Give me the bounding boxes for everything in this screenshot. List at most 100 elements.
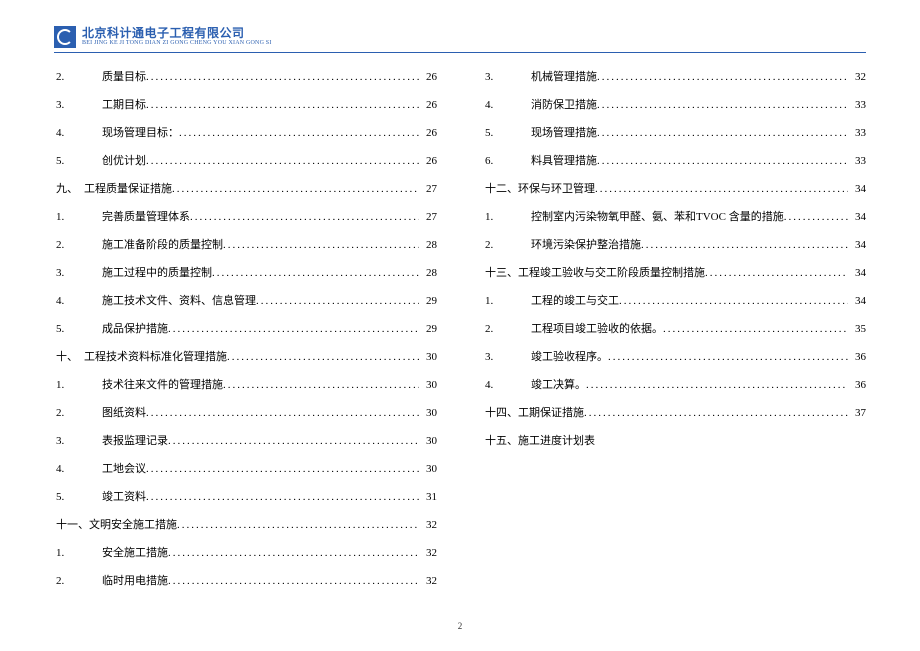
toc-leader [146, 463, 419, 475]
toc-entry-number: 5. [54, 155, 84, 167]
toc-leader [212, 267, 419, 279]
toc-entry-number: 十二、 [483, 180, 518, 196]
toc-entry-page: 34 [848, 295, 866, 307]
toc-entry-page: 28 [419, 267, 437, 279]
toc-entry: 十四、工期保证措施37 [483, 404, 866, 420]
toc-leader [146, 71, 419, 83]
toc-leader [179, 127, 419, 139]
toc-entry-page: 35 [848, 323, 866, 335]
toc-entry-number: 2. [54, 575, 84, 587]
toc-entry: 1.控制室内污染物氧甲醛、氨、苯和TVOC 含量的措施34 [483, 208, 866, 224]
toc-entry-page: 32 [419, 575, 437, 587]
document-header: 北京科计通电子工程有限公司 BEI JING KE JI TONG DIAN Z… [54, 26, 272, 48]
toc-entry-number: 1. [54, 211, 84, 223]
toc-entry-title: 施工进度计划表 [518, 432, 595, 448]
toc-entry: 3.机械管理措施32 [483, 68, 866, 84]
toc-entry-number: 2. [54, 71, 84, 83]
toc-entry: 2.质量目标26 [54, 68, 437, 84]
toc-entry-number: 十四、 [483, 404, 518, 420]
toc-leader [168, 575, 419, 587]
toc-entry-title: 图纸资料 [84, 404, 146, 420]
toc-entry-page: 26 [419, 155, 437, 167]
toc-leader [190, 211, 419, 223]
toc-entry: 十五、施工进度计划表 [483, 432, 866, 448]
toc-entry-page: 33 [848, 99, 866, 111]
toc-leader [705, 267, 848, 279]
toc-entry-number: 十、 [54, 348, 84, 364]
toc-entry: 1.完善质量管理体系 27 [54, 208, 437, 224]
toc-entry: 5.现场管理措施33 [483, 124, 866, 140]
toc-entry: 十、工程技术资料标准化管理措施30 [54, 348, 437, 364]
toc-entry: 十一、文明安全施工措施32 [54, 516, 437, 532]
toc-entry: 4.现场管理目标：26 [54, 124, 437, 140]
toc-entry-title: 环境污染保护整治措施 [513, 236, 641, 252]
company-name-block: 北京科计通电子工程有限公司 BEI JING KE JI TONG DIAN Z… [82, 27, 272, 47]
toc-entry-title: 工地会议 [84, 460, 146, 476]
toc-entry-title: 料具管理措施 [513, 152, 597, 168]
toc-entry-number: 1. [54, 547, 84, 559]
toc-entry-title: 文明安全施工措施 [89, 516, 177, 532]
toc-entry: 4.消防保卫措施 33 [483, 96, 866, 112]
toc-entry-title: 工期保证措施 [518, 404, 584, 420]
toc-leader [608, 351, 848, 363]
toc-entry-number: 3. [483, 351, 513, 363]
toc-entry: 3.工期目标26 [54, 96, 437, 112]
toc-entry-page: 30 [419, 379, 437, 391]
toc-entry-page: 27 [419, 183, 437, 195]
toc-entry-number: 4. [54, 127, 84, 139]
toc-entry-page: 30 [419, 463, 437, 475]
toc-leader [584, 407, 848, 419]
toc-entry-page: 34 [848, 239, 866, 251]
toc-columns: 2.质量目标263.工期目标264.现场管理目标：265.创优计划26九、工程质… [54, 68, 866, 611]
toc-entry-number: 2. [483, 323, 513, 335]
toc-leader [619, 295, 848, 307]
toc-entry-page: 30 [419, 435, 437, 447]
toc-leader [784, 211, 848, 223]
toc-entry-title: 工程项目竣工验收的依据。 [513, 320, 663, 336]
toc-entry-title: 质量目标 [84, 68, 146, 84]
toc-leader [595, 183, 848, 195]
toc-entry-title: 消防保卫措施 [513, 96, 597, 112]
toc-entry-page: 29 [419, 323, 437, 335]
toc-entry-title: 施工准备阶段的质量控制 [84, 236, 223, 252]
toc-entry: 3.施工过程中的质量控制28 [54, 264, 437, 280]
toc-entry-title: 机械管理措施 [513, 68, 597, 84]
toc-entry-page: 26 [419, 99, 437, 111]
toc-entry-page: 29 [419, 295, 437, 307]
toc-entry-page: 31 [419, 491, 437, 503]
toc-leader [146, 407, 419, 419]
toc-entry: 2.环境污染保护整治措施34 [483, 236, 866, 252]
toc-entry-number: 1. [483, 211, 513, 223]
toc-entry-number: 5. [54, 323, 84, 335]
header-rule [54, 52, 866, 53]
toc-entry-title: 完善质量管理体系 [84, 208, 190, 224]
toc-entry-number: 3. [54, 99, 84, 111]
toc-entry-page: 34 [848, 183, 866, 195]
toc-entry-page: 28 [419, 239, 437, 251]
toc-entry-number: 4. [54, 295, 84, 307]
toc-leader [146, 99, 419, 111]
toc-entry: 4.工地会议30 [54, 460, 437, 476]
toc-entry-title: 施工技术文件、资料、信息管理 [84, 292, 256, 308]
toc-entry-title: 工程竣工验收与交工阶段质量控制措施 [518, 264, 705, 280]
toc-entry-title: 现场管理目标： [84, 124, 179, 140]
toc-entry: 2.工程项目竣工验收的依据。 35 [483, 320, 866, 336]
toc-entry-number: 4. [483, 99, 513, 111]
toc-entry-title: 工程质量保证措施 [84, 180, 172, 196]
toc-leader [227, 351, 419, 363]
toc-entry: 1.工程的竣工与交工34 [483, 292, 866, 308]
toc-leader [256, 295, 419, 307]
toc-leader [586, 379, 848, 391]
toc-entry-number: 1. [54, 379, 84, 391]
toc-entry-title: 工程的竣工与交工 [513, 292, 619, 308]
toc-entry-page: 33 [848, 127, 866, 139]
toc-entry: 3.表报监理记录30 [54, 432, 437, 448]
toc-entry-page: 27 [419, 211, 437, 223]
toc-entry: 十二、环保与环卫管理34 [483, 180, 866, 196]
toc-entry: 4.施工技术文件、资料、信息管理 29 [54, 292, 437, 308]
toc-leader [597, 127, 848, 139]
toc-entry-title: 竣工验收程序。 [513, 348, 608, 364]
toc-entry: 2.临时用电措施32 [54, 572, 437, 588]
toc-entry-number: 十五、 [483, 432, 518, 448]
toc-entry-number: 十三、 [483, 264, 518, 280]
